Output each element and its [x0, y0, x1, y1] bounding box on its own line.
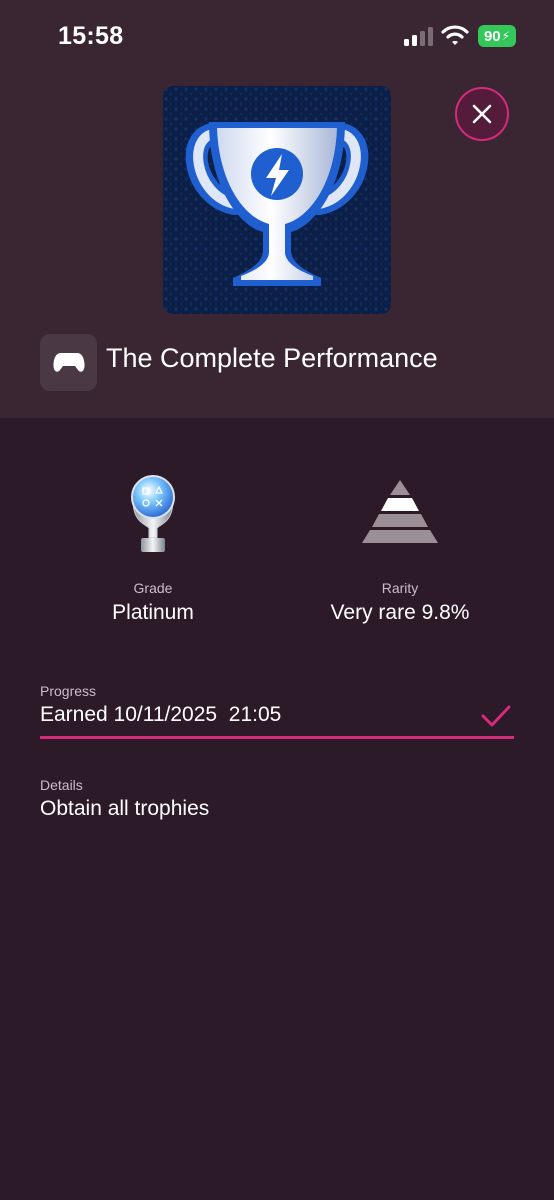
- grade-stat: Grade Platinum: [33, 468, 273, 625]
- battery-charging-icon: 90 ⚡: [478, 25, 516, 47]
- rarity-pyramid-icon: [362, 480, 438, 543]
- progress-label: Progress: [40, 683, 97, 699]
- cellular-signal-icon: [404, 27, 433, 46]
- game-icon-button[interactable]: [40, 334, 97, 391]
- status-time: 15:58: [58, 22, 124, 50]
- details-value: Obtain all trophies: [40, 797, 210, 820]
- battery-level: 90: [483, 27, 501, 45]
- rarity-label: Rarity: [381, 580, 419, 596]
- rarity-value: Very rare 9.8%: [330, 601, 470, 624]
- close-button[interactable]: [455, 87, 509, 141]
- gamepad-icon: [52, 352, 85, 372]
- progress-underline: [40, 736, 514, 739]
- grade-value: Platinum: [112, 601, 194, 624]
- progress-value: Earned 10/11/2025 21:05: [40, 703, 282, 726]
- grade-label: Grade: [133, 580, 173, 596]
- close-icon: [472, 104, 492, 124]
- trophy-detail-screen: 15:58 90 ⚡ The Complete Performance Grad…: [0, 0, 554, 1200]
- checkmark-icon: [481, 705, 511, 727]
- wifi-icon: [441, 25, 469, 45]
- details-label: Details: [40, 777, 83, 793]
- trophy-title: The Complete Performance: [106, 343, 438, 373]
- platinum-trophy-icon: [131, 475, 175, 552]
- rarity-stat: Rarity Very rare 9.8%: [280, 468, 520, 625]
- blue-trophy-cup-icon: [163, 86, 391, 314]
